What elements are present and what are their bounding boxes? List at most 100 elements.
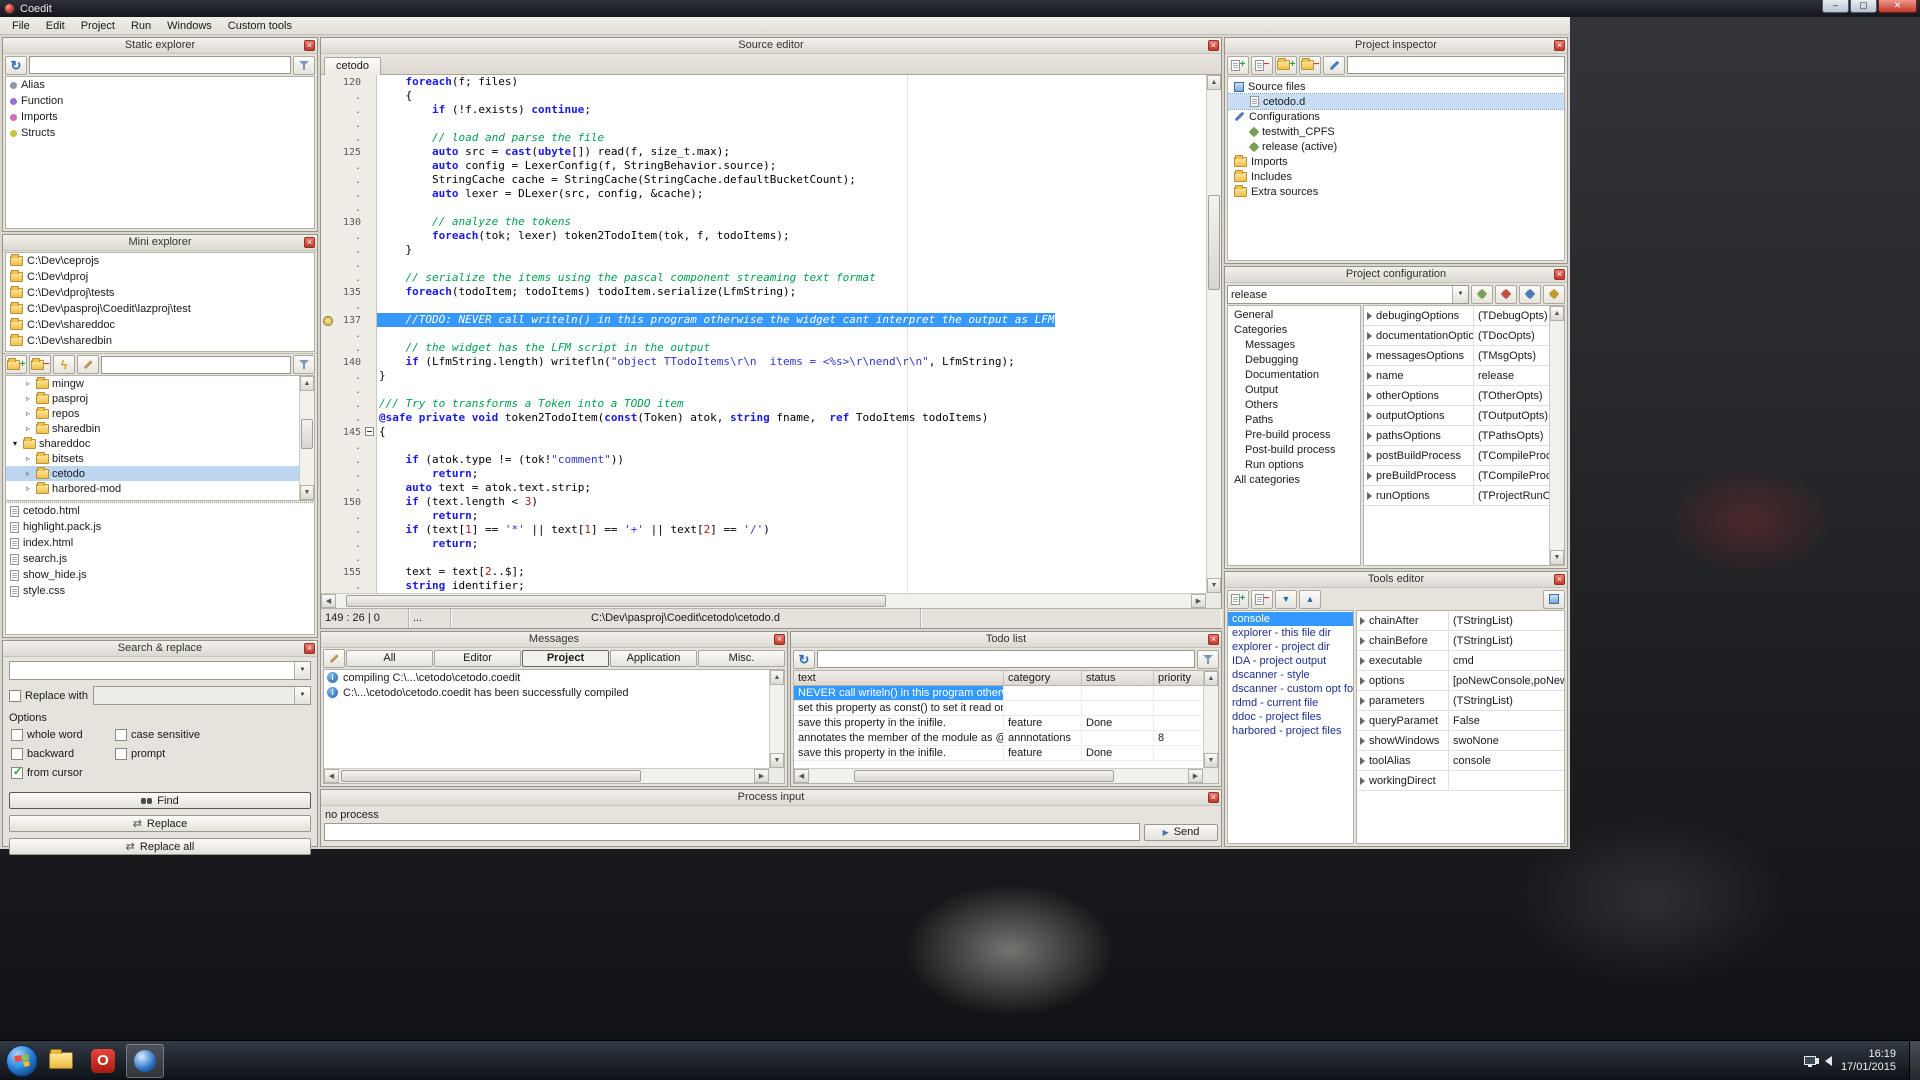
config-category-categories[interactable]: Categories (1228, 323, 1360, 338)
property-value[interactable]: [poNewConsole,poNew (1449, 671, 1564, 690)
messages-tab-application[interactable]: Application (610, 650, 697, 667)
expand-icon[interactable] (1367, 472, 1372, 480)
property-row[interactable]: messagesOptions(TMsgOpts) (1364, 346, 1549, 366)
code-text[interactable]: /// Try to transforms a Token into a TOD… (377, 397, 684, 411)
todo-vertical-scrollbar[interactable]: ▲▼ (1203, 671, 1218, 768)
code-line[interactable]: .@safe private void token2TodoItem(const… (321, 411, 1206, 425)
property-row[interactable]: postBuildProcess(TCompileProc (1364, 446, 1549, 466)
favorite-folder-item[interactable]: C:\Dev\shareddoc (6, 317, 314, 333)
messages-tab-misc[interactable]: Misc. (698, 650, 785, 667)
expand-icon[interactable] (1360, 757, 1365, 765)
inspector-filter-input[interactable] (1347, 56, 1565, 74)
property-value[interactable] (1449, 771, 1564, 790)
project-tree-item[interactable]: cetodo.d (1228, 94, 1564, 109)
tree-item[interactable]: ▾shareddoc (6, 436, 299, 451)
checkbox[interactable] (9, 690, 21, 702)
expand-icon[interactable] (1367, 392, 1372, 400)
folder-tree-scrollbar[interactable]: ▲ ▼ (299, 376, 314, 500)
scrollbar-thumb[interactable] (301, 419, 313, 449)
move-tool-down-button[interactable]: ▼ (1275, 590, 1297, 609)
code-line[interactable]: . auto lexer = DLexer(src, config, &cach… (321, 187, 1206, 201)
symbol-item[interactable]: Alias (6, 77, 314, 93)
code-text[interactable]: auto lexer = DLexer(src, config, &cache)… (377, 187, 704, 201)
config-category-documentation[interactable]: Documentation (1228, 368, 1360, 383)
property-value[interactable]: (TStringList) (1449, 691, 1564, 710)
property-value[interactable]: (TProjectRunO (1474, 486, 1549, 505)
code-line[interactable]: 155 text = text[2..$]; (321, 565, 1206, 579)
move-tool-up-button[interactable]: ▲ (1299, 590, 1321, 609)
configuration-combo[interactable]: release▼ (1227, 285, 1469, 304)
tool-item[interactable]: explorer - project dir (1228, 640, 1353, 654)
symbol-filter-input[interactable] (29, 56, 291, 74)
code-text[interactable]: return; (377, 467, 478, 481)
config-category-others[interactable]: Others (1228, 398, 1360, 413)
code-line[interactable]: 120 foreach(f; files) (321, 75, 1206, 89)
code-line[interactable]: . { (321, 89, 1206, 103)
code-text[interactable] (377, 327, 386, 341)
send-button[interactable]: ▶Send (1144, 824, 1218, 841)
close-icon[interactable]: × (1208, 634, 1219, 645)
add-source-button[interactable]: + (1227, 56, 1249, 75)
tool-item[interactable]: dscanner - style (1228, 668, 1353, 682)
add-configuration-button[interactable] (1471, 285, 1493, 304)
property-value[interactable]: (TPathsOpts) (1474, 426, 1549, 445)
property-row[interactable]: executablecmd (1357, 651, 1564, 671)
scrollbar-thumb[interactable] (346, 595, 886, 607)
scroll-up-icon[interactable]: ▲ (1207, 75, 1221, 90)
config-category-messages[interactable]: Messages (1228, 338, 1360, 353)
tool-item[interactable]: dscanner - custom opt for file (1228, 682, 1353, 696)
scroll-right-icon[interactable]: ▶ (1188, 769, 1203, 783)
menu-item-project[interactable]: Project (73, 18, 123, 34)
code-text[interactable]: if (text[1] == '*' || text[1] == '+' || … (377, 523, 770, 537)
expand-icon[interactable]: ▹ (23, 394, 33, 403)
scrollbar-thumb[interactable] (854, 770, 1114, 782)
checkbox[interactable] (115, 748, 127, 760)
scrollbar-track[interactable] (809, 769, 1188, 783)
code-line[interactable]: 135 foreach(todoItem; todoItems) todoIte… (321, 285, 1206, 299)
remove-tool-button[interactable]: − (1251, 590, 1273, 609)
menu-item-custom-tools[interactable]: Custom tools (220, 18, 300, 34)
file-item[interactable]: style.css (6, 583, 314, 599)
symbol-item[interactable]: Function (6, 93, 314, 109)
close-icon[interactable]: × (304, 643, 315, 654)
collapse-icon[interactable]: ▾ (10, 439, 20, 448)
code-text[interactable]: if (text.length < 3) (377, 495, 538, 509)
replace-button[interactable]: ⇄Replace (9, 815, 311, 832)
code-line[interactable]: . auto config = LexerConfig(f, StringBeh… (321, 159, 1206, 173)
remove-folder-button[interactable]: − (1299, 56, 1321, 75)
code-line[interactable]: ./// Try to transforms a Token into a TO… (321, 397, 1206, 411)
tool-item[interactable]: ddoc - project files (1228, 710, 1353, 724)
config-category-all-categories[interactable]: All categories (1228, 473, 1360, 488)
code-text[interactable] (377, 117, 386, 131)
code-text[interactable]: auto text = atok.text.strip; (377, 481, 591, 495)
scroll-right-icon[interactable]: ▶ (754, 769, 769, 783)
expand-icon[interactable] (1367, 432, 1372, 440)
property-row[interactable]: documentationOption(TDocOpts) (1364, 326, 1549, 346)
option-whole-word[interactable]: whole word (11, 728, 111, 742)
code-line[interactable]: 140 if (LfmString.length) writefln("obje… (321, 355, 1206, 369)
option-prompt[interactable]: prompt (115, 747, 309, 761)
code-text[interactable]: auto config = LexerConfig(f, StringBehav… (377, 159, 776, 173)
code-line[interactable]: 125 auto src = cast(ubyte[]) read(f, siz… (321, 145, 1206, 159)
replace-all-button[interactable]: ⇄Replace all (9, 838, 311, 855)
file-item[interactable]: highlight.pack.js (6, 519, 314, 535)
menu-item-file[interactable]: File (4, 18, 38, 34)
property-row[interactable]: chainBefore(TStringList) (1357, 631, 1564, 651)
expand-icon[interactable] (1367, 332, 1372, 340)
code-line[interactable]: . (321, 327, 1206, 341)
filter-button[interactable] (1197, 650, 1219, 669)
property-row[interactable]: toolAliasconsole (1357, 751, 1564, 771)
filter-button[interactable] (293, 355, 315, 374)
code-text[interactable]: } (377, 369, 386, 383)
close-icon[interactable]: × (304, 237, 315, 248)
close-icon[interactable]: × (304, 40, 315, 51)
scroll-left-icon[interactable]: ◀ (794, 769, 809, 783)
add-folder-button[interactable]: + (1275, 56, 1297, 75)
code-line[interactable]: . // serialize the items using the pasca… (321, 271, 1206, 285)
scroll-up-icon[interactable]: ▲ (1204, 671, 1218, 686)
property-value[interactable]: (TDocOpts) (1474, 326, 1549, 345)
tool-item[interactable]: console (1228, 612, 1353, 626)
code-text[interactable] (377, 439, 386, 453)
property-value[interactable]: (TDebugOpts) (1474, 306, 1549, 325)
chevron-down-icon[interactable]: ▼ (294, 687, 310, 704)
